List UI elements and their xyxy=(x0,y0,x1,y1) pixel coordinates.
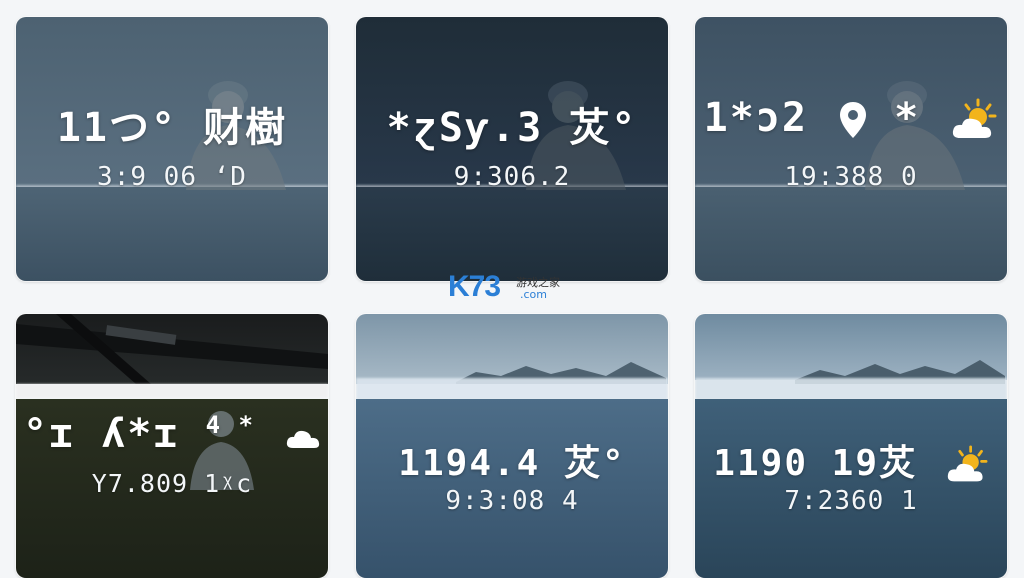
primary-text: °ɪ ʎ*ɪ xyxy=(22,411,180,457)
weather-card-3[interactable]: 1*ɔ2 * 19:388 0 xyxy=(695,17,1007,281)
primary-reading: 1190 19炗 xyxy=(695,434,1007,486)
weather-card-1[interactable]: 11つ° 财樹 3:9 06 ‘D xyxy=(16,17,328,281)
horizon-band xyxy=(356,378,668,400)
location-pin-icon xyxy=(840,102,867,138)
sea-background xyxy=(356,187,668,281)
primary-reading: °ɪ ʎ*ɪ 4 * xyxy=(16,411,328,457)
sea-background xyxy=(695,187,1007,281)
primary-text: 1190 19炗 xyxy=(713,443,918,484)
weather-card-5[interactable]: 1194.4 炗° 9:3:08 4 xyxy=(356,314,668,578)
primary-text: 1*ɔ2 xyxy=(703,95,808,141)
watermark-domain: .com xyxy=(520,288,547,301)
primary-reading: 1194.4 炗° xyxy=(398,443,626,484)
weather-card-6[interactable]: 1190 19炗 7:2360 1 xyxy=(695,314,1007,578)
partly-sunny-icon xyxy=(947,445,988,482)
watermark-logo: K73 xyxy=(448,270,501,303)
secondary-reading: 7:2360 1 xyxy=(784,486,918,516)
site-watermark: K73 游戏之家 .com xyxy=(448,270,578,304)
primary-suffix: 4 * xyxy=(205,411,255,439)
primary-reading: 11つ° 财樹 xyxy=(56,105,288,151)
partly-sunny-icon xyxy=(953,98,997,138)
secondary-reading: 9:3:08 4 xyxy=(445,486,579,516)
secondary-reading: 3:9 06 ‘D xyxy=(97,162,247,192)
primary-reading: 1*ɔ2 * xyxy=(695,95,1007,142)
sky-background xyxy=(16,314,328,384)
sea-background xyxy=(16,187,328,281)
primary-reading: *ɀSƴ.3 炗° xyxy=(386,105,638,151)
primary-suffix: * xyxy=(894,95,921,141)
ceiling-structure xyxy=(16,314,328,384)
weather-card-2[interactable]: *ɀSƴ.3 炗° 9:306.2 xyxy=(356,17,668,281)
weather-card-4[interactable]: °ɪ ʎ*ɪ 4 * Y7.809 1ᵡc xyxy=(16,314,328,578)
secondary-reading: 19:388 0 xyxy=(784,162,918,192)
horizon-band xyxy=(695,378,1007,400)
secondary-reading: 9:306.2 xyxy=(453,162,571,192)
secondary-reading: Y7.809 1ᵡc xyxy=(91,469,253,498)
horizon-band xyxy=(16,384,328,398)
partly-cloudy-icon xyxy=(286,430,320,448)
